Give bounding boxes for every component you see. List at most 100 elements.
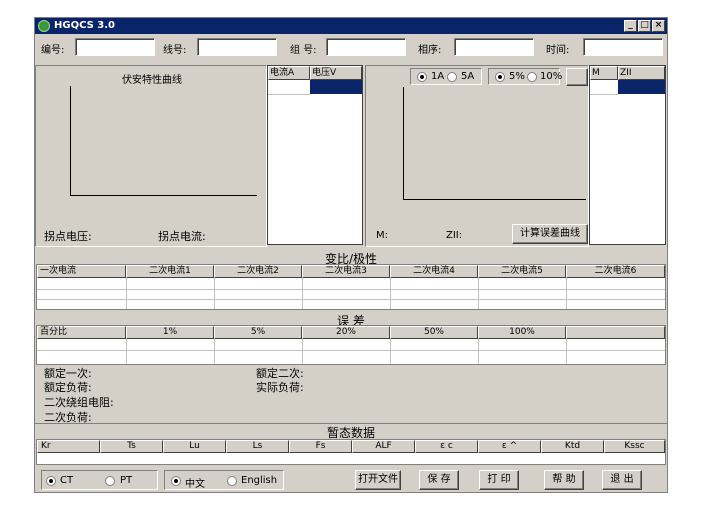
va-curve-y-axis — [70, 86, 71, 196]
grid-line — [302, 339, 303, 364]
maximize-button[interactable]: □ — [638, 20, 651, 32]
radio-english-label: English — [241, 475, 278, 486]
error-percent-group: 5% 10% — [488, 68, 563, 85]
calc-error-curve-button[interactable]: 计算误差曲线 — [512, 224, 588, 244]
va-curve-title: 伏安特性曲线 — [122, 75, 182, 86]
grid-line — [566, 278, 567, 309]
radio-ct[interactable] — [46, 476, 56, 486]
app-icon — [38, 20, 50, 32]
transient-header[interactable]: ε c — [415, 440, 478, 453]
line-input[interactable] — [197, 38, 277, 56]
error-curve-y-axis — [403, 87, 404, 200]
save-button[interactable]: 保 存 — [419, 470, 459, 490]
grid-line — [214, 278, 215, 309]
exit-button[interactable]: 退 出 — [602, 470, 642, 490]
mz-col-zii[interactable]: ZII — [618, 66, 665, 80]
radio-chinese-label: 中文 — [185, 479, 205, 490]
current-range-group: 1A 5A — [410, 68, 482, 85]
transient-header[interactable]: Ts — [100, 440, 163, 453]
language-group: 中文 English — [164, 470, 284, 490]
error-header[interactable]: 百分比 — [37, 326, 126, 339]
radio-10pct[interactable] — [527, 72, 537, 82]
grid-line — [126, 339, 127, 364]
mz-data-table[interactable]: M ZII — [589, 65, 666, 245]
open-file-button[interactable]: 打开文件 — [355, 470, 401, 490]
ratio-header[interactable]: 二次电流5 — [478, 265, 566, 278]
error-table[interactable]: 百分比 1% 5% 20% 50% 100% — [36, 325, 666, 365]
ratio-header[interactable]: 二次电流1 — [126, 265, 214, 278]
transient-header[interactable]: Fs — [289, 440, 352, 453]
title-bar[interactable]: HGQCS 3.0 _ □ × — [35, 18, 667, 34]
selected-cell[interactable] — [618, 80, 665, 94]
error-header[interactable]: 100% — [478, 326, 566, 339]
radio-chinese[interactable] — [171, 476, 181, 486]
phase-label: 相序: — [418, 45, 442, 56]
radio-english[interactable] — [227, 476, 237, 486]
mz-col-m[interactable]: M — [590, 66, 618, 80]
error-header[interactable] — [566, 326, 665, 339]
rated-burden-label: 额定负荷: — [44, 381, 92, 394]
selected-cell[interactable] — [310, 80, 362, 94]
time-input[interactable] — [583, 38, 663, 56]
m-label: M: — [376, 230, 388, 241]
winding-resistance-label: 二次绕组电阻: — [44, 396, 114, 409]
radio-ct-label: CT — [60, 475, 74, 486]
radio-5pct[interactable] — [495, 72, 505, 82]
radio-1a-label: 1A — [431, 71, 445, 82]
knee-voltage-label: 拐点电压: — [44, 230, 92, 243]
va-curve-x-axis — [70, 195, 257, 196]
ratio-header[interactable]: 二次电流6 — [566, 265, 665, 278]
line-label: 线号: — [163, 45, 187, 56]
error-header[interactable]: 50% — [390, 326, 478, 339]
radio-5pct-label: 5% — [509, 71, 525, 82]
print-button[interactable]: 打 印 — [479, 470, 519, 490]
ratio-header[interactable]: 二次电流2 — [214, 265, 302, 278]
radio-10pct-label: 10% — [540, 71, 563, 82]
ratio-header[interactable]: 一次电流 — [37, 265, 126, 278]
grid-line — [37, 350, 665, 351]
blank-button[interactable] — [566, 68, 588, 86]
va-col-voltage[interactable]: 电压V — [310, 66, 362, 80]
transient-header[interactable]: Kssc — [604, 440, 665, 453]
transient-header[interactable]: Lu — [163, 440, 226, 453]
device-type-group: CT PT — [41, 470, 158, 490]
zii-label: ZII: — [446, 230, 463, 241]
grid-line — [37, 299, 665, 300]
radio-pt[interactable] — [105, 476, 115, 486]
grid-line — [214, 339, 215, 364]
radio-5a-label: 5A — [461, 71, 475, 82]
transient-header[interactable]: Ktd — [541, 440, 604, 453]
close-button[interactable]: × — [652, 20, 665, 32]
error-curve-x-axis — [403, 199, 586, 200]
radio-5a[interactable] — [447, 72, 457, 82]
grid-line — [126, 278, 127, 309]
transient-header[interactable]: ε ^ — [478, 440, 541, 453]
time-label: 时间: — [546, 45, 570, 56]
knee-current-label: 拐点电流: — [158, 230, 206, 243]
ratio-table[interactable]: 一次电流 二次电流1 二次电流2 二次电流3 二次电流4 二次电流5 二次电流6 — [36, 264, 666, 310]
transient-header[interactable]: Kr — [37, 440, 100, 453]
grid-line — [478, 278, 479, 309]
serial-input[interactable] — [75, 38, 155, 56]
va-curve-panel: 伏安特性曲线 拐点电压: 拐点电流: — [35, 65, 267, 247]
grid-line — [478, 339, 479, 364]
ratio-header[interactable]: 二次电流3 — [302, 265, 390, 278]
va-data-table[interactable]: 电流A 电压V — [267, 65, 363, 245]
transient-table[interactable]: Kr Ts Lu Ls Fs ALF ε c ε ^ Ktd Kssc — [36, 439, 666, 465]
radio-1a[interactable] — [417, 72, 427, 82]
help-button[interactable]: 帮 助 — [544, 470, 584, 490]
minimize-button[interactable]: _ — [624, 20, 637, 32]
grid-line — [390, 339, 391, 364]
error-header[interactable]: 20% — [302, 326, 390, 339]
error-header[interactable]: 1% — [126, 326, 214, 339]
grid-line — [390, 278, 391, 309]
ratio-header[interactable]: 二次电流4 — [390, 265, 478, 278]
transient-header[interactable]: Ls — [226, 440, 289, 453]
va-col-current[interactable]: 电流A — [268, 66, 310, 80]
phase-input[interactable] — [454, 38, 534, 56]
group-input[interactable] — [326, 38, 406, 56]
group-label: 组 号: — [290, 45, 317, 56]
error-header[interactable]: 5% — [214, 326, 302, 339]
transient-header[interactable]: ALF — [352, 440, 415, 453]
grid-line — [566, 339, 567, 364]
